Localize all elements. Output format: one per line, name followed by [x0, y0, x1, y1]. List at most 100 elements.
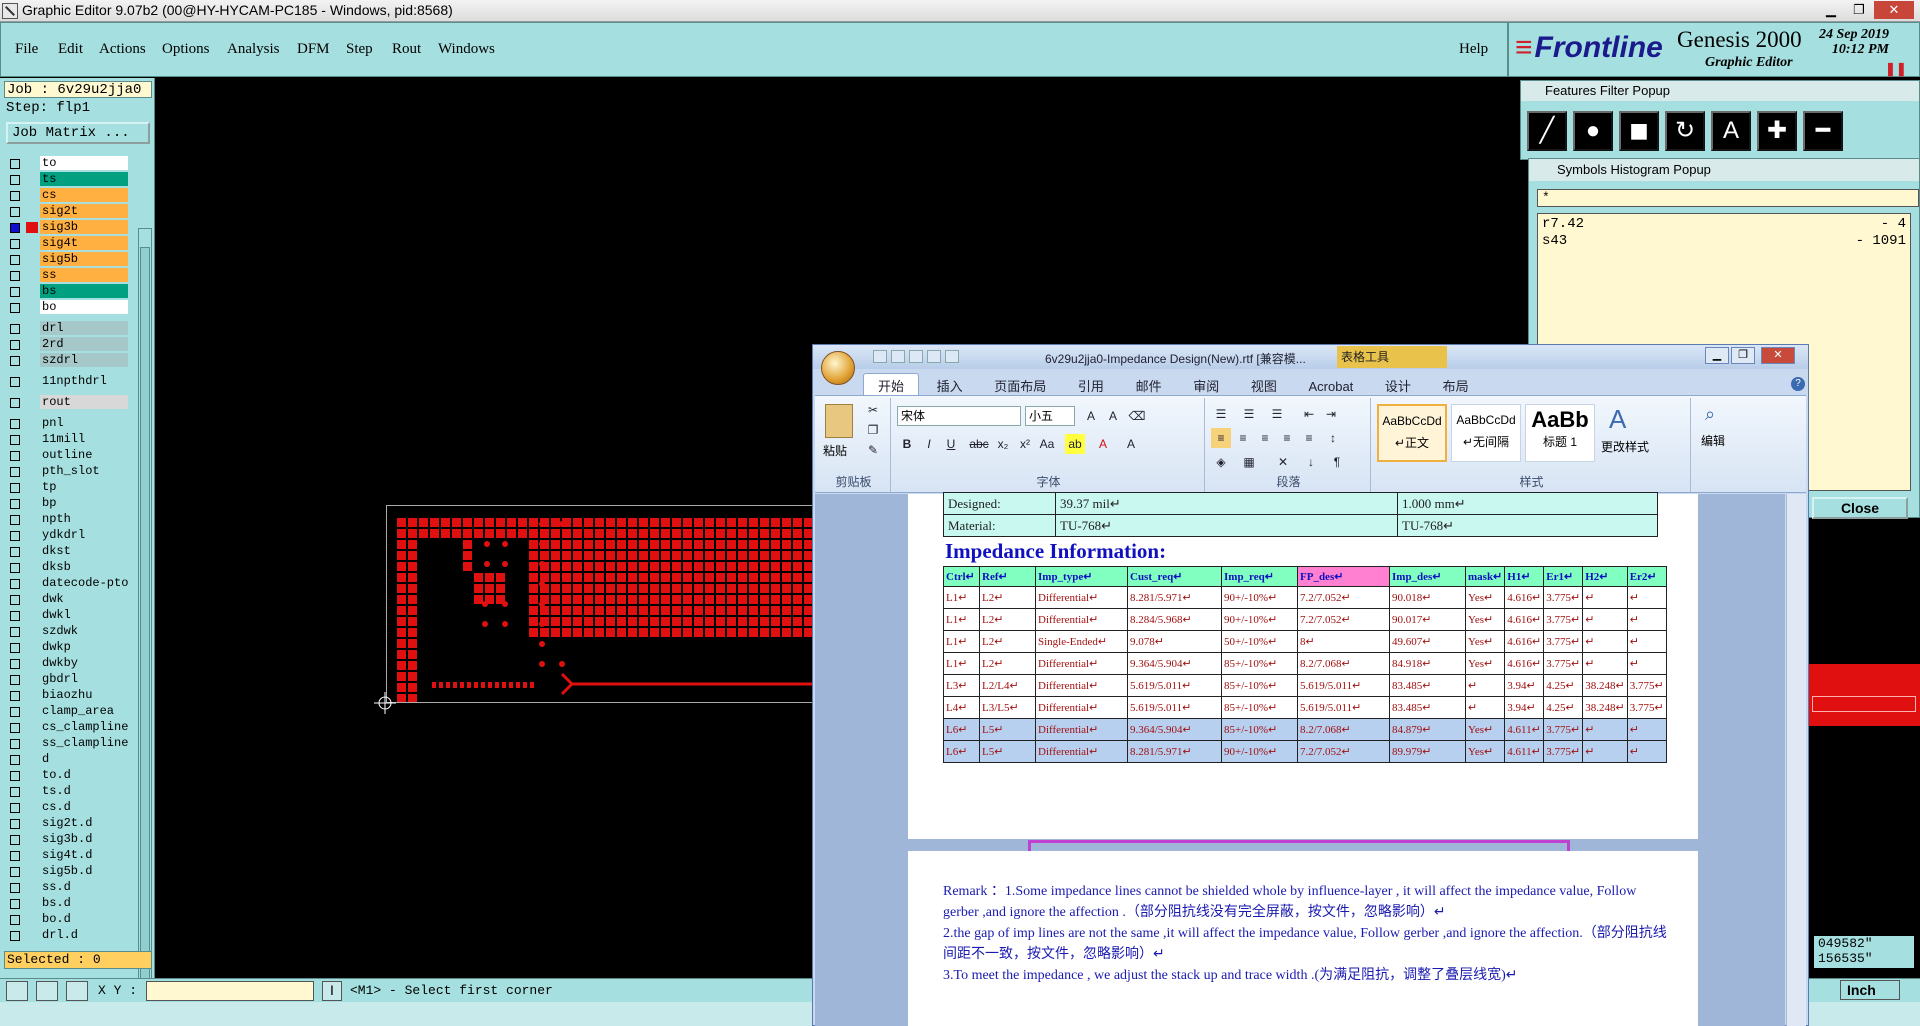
menu-help[interactable]: Help [1459, 41, 1488, 58]
layer-checkbox[interactable] [10, 563, 20, 573]
table-row[interactable]: L3↵ L2/L4↵ Differential↵ 5.619/5.011↵ 85+/-1… [943, 674, 1667, 697]
increase-indent-icon[interactable]: ⇥ [1321, 404, 1341, 424]
layer-row[interactable]: sig3b [6, 220, 130, 235]
table-row[interactable]: L4↵ L3/L5↵ Differential↵ 5.619/5.011↵ 85+/-1… [943, 696, 1667, 719]
help-icon[interactable]: ? [1791, 377, 1805, 391]
layer-row[interactable]: dksb [6, 560, 130, 575]
italic-icon[interactable]: I [919, 434, 939, 454]
style-normal[interactable]: AaBbCcDd ↵正文 [1377, 404, 1447, 462]
layer-checkbox[interactable] [10, 435, 20, 445]
pad-tool-icon[interactable]: ● [1573, 111, 1613, 151]
tab-view[interactable]: 视图 [1237, 374, 1291, 397]
layer-row[interactable]: sig4t [6, 236, 130, 251]
tab-references[interactable]: 引用 [1064, 374, 1118, 397]
layer-scrollbar[interactable] [138, 228, 152, 1020]
layer-row[interactable]: bo.d [6, 912, 130, 927]
layer-checkbox[interactable] [10, 207, 20, 217]
layer-row[interactable]: ydkdrl [6, 528, 130, 543]
align-right-icon[interactable]: ≡ [1255, 428, 1275, 448]
menu-rout[interactable]: Rout [392, 41, 421, 58]
layer-row[interactable]: ts.d [6, 784, 130, 799]
pause-icon[interactable]: ❚❚ [1885, 61, 1907, 77]
layer-checkbox[interactable] [10, 915, 20, 925]
symbol-filter-input[interactable]: * [1537, 189, 1919, 207]
undo-icon[interactable] [891, 350, 905, 363]
decrease-indent-icon[interactable]: ⇤ [1299, 404, 1319, 424]
layer-row[interactable]: sig5b [6, 252, 130, 267]
layer-checkbox[interactable] [10, 223, 20, 233]
layer-row[interactable]: bo [6, 300, 130, 315]
layer-checkbox[interactable] [10, 675, 20, 685]
multilevel-icon[interactable]: ☰ [1267, 404, 1287, 424]
positive-tool-icon[interactable]: ✚ [1757, 111, 1797, 151]
numbering-icon[interactable]: ☰ [1239, 404, 1259, 424]
layer-checkbox[interactable] [10, 579, 20, 589]
layer-row[interactable]: 11mill [6, 432, 130, 447]
sort-icon[interactable]: ↓ [1301, 452, 1321, 472]
layer-checkbox[interactable] [10, 819, 20, 829]
layer-checkbox[interactable] [10, 931, 20, 941]
layer-checkbox[interactable] [10, 851, 20, 861]
font-name-select[interactable]: 宋体 [897, 406, 1021, 426]
layer-row[interactable]: sig2t.d [6, 816, 130, 831]
layer-checkbox[interactable] [10, 340, 20, 350]
layer-row[interactable]: bp [6, 496, 130, 511]
bold-icon[interactable]: B [897, 434, 917, 454]
tab-insert[interactable]: 插入 [923, 374, 977, 397]
surface-tool-icon[interactable]: ◼ [1619, 111, 1659, 151]
layer-row[interactable]: cs.d [6, 800, 130, 815]
layer-row[interactable]: sig3b.d [6, 832, 130, 847]
table-row[interactable]: L6↵ L5↵ Differential↵ 8.281/5.971↵ 90+/-10%↵… [943, 740, 1667, 763]
layer-checkbox[interactable] [10, 159, 20, 169]
change-styles-icon[interactable]: A [1609, 404, 1626, 435]
list-item[interactable]: s43 - 1091 [1542, 233, 1906, 250]
find-icon[interactable]: ⌕ [1705, 404, 1715, 425]
text-tool-icon[interactable]: A [1711, 111, 1751, 151]
underline-icon[interactable]: U [941, 434, 961, 454]
print-icon[interactable] [945, 350, 959, 363]
layer-row[interactable]: ss_clampline [6, 736, 130, 751]
layer-checkbox[interactable] [10, 707, 20, 717]
layer-checkbox[interactable] [10, 175, 20, 185]
layer-row[interactable]: sig2t [6, 204, 130, 219]
layer-checkbox[interactable] [10, 499, 20, 509]
word-close-icon[interactable]: ✕ [1761, 347, 1795, 364]
table-row[interactable]: L1↵ L2↵ Differential↵ 8.284/5.968↵ 90+/-10%↵… [943, 608, 1667, 631]
layer-row[interactable]: rout [6, 395, 130, 410]
layer-row[interactable]: dkst [6, 544, 130, 559]
info-icon[interactable]: I [322, 981, 342, 1001]
layer-checkbox[interactable] [10, 467, 20, 477]
layer-checkbox[interactable] [10, 377, 20, 387]
paste-label[interactable]: 粘贴 [823, 442, 847, 459]
shading-icon[interactable]: ◈ [1211, 452, 1231, 472]
layer-checkbox[interactable] [10, 356, 20, 366]
subscript-icon[interactable]: x₂ [993, 434, 1013, 454]
menu-file[interactable]: File [15, 41, 38, 58]
office-button[interactable] [821, 351, 855, 385]
cut-icon[interactable]: ✂ [863, 400, 883, 420]
layer-checkbox[interactable] [10, 547, 20, 557]
layer-checkbox[interactable] [10, 191, 20, 201]
char-shading-icon[interactable]: A [1121, 434, 1141, 454]
layer-row[interactable]: outline [6, 448, 130, 463]
layer-row[interactable]: cs_clampline [6, 720, 130, 735]
layer-row[interactable]: to [6, 156, 130, 171]
layer-checkbox[interactable] [10, 515, 20, 525]
layer-row[interactable]: 2rd [6, 337, 130, 352]
style-no-spacing[interactable]: AaBbCcDd ↵无间隔 [1451, 404, 1521, 462]
word-vertical-scrollbar[interactable] [1786, 494, 1806, 1026]
distribute-icon[interactable]: ≡ [1299, 428, 1319, 448]
tab-review[interactable]: 审阅 [1179, 374, 1233, 397]
document-page[interactable]: Remark ：1.Some impedance lines cannot be… [908, 851, 1698, 1026]
grid-tool-icon[interactable] [66, 981, 88, 1001]
new-icon[interactable] [927, 350, 941, 363]
change-styles-label[interactable]: 更改样式 [1601, 438, 1649, 455]
layer-checkbox[interactable] [10, 787, 20, 797]
table-row[interactable]: L1↵ L2↵ Single-Ended↵ 9.078↵ 50+/-10%↵ 8↵ 49.6… [943, 630, 1667, 653]
negative-tool-icon[interactable]: ━ [1803, 111, 1843, 151]
layer-checkbox[interactable] [10, 531, 20, 541]
layer-row[interactable]: biaozhu [6, 688, 130, 703]
tab-design[interactable]: 设计 [1371, 374, 1425, 397]
menu-step[interactable]: Step [346, 41, 373, 58]
line-tool-icon[interactable]: ╱ [1527, 111, 1567, 151]
